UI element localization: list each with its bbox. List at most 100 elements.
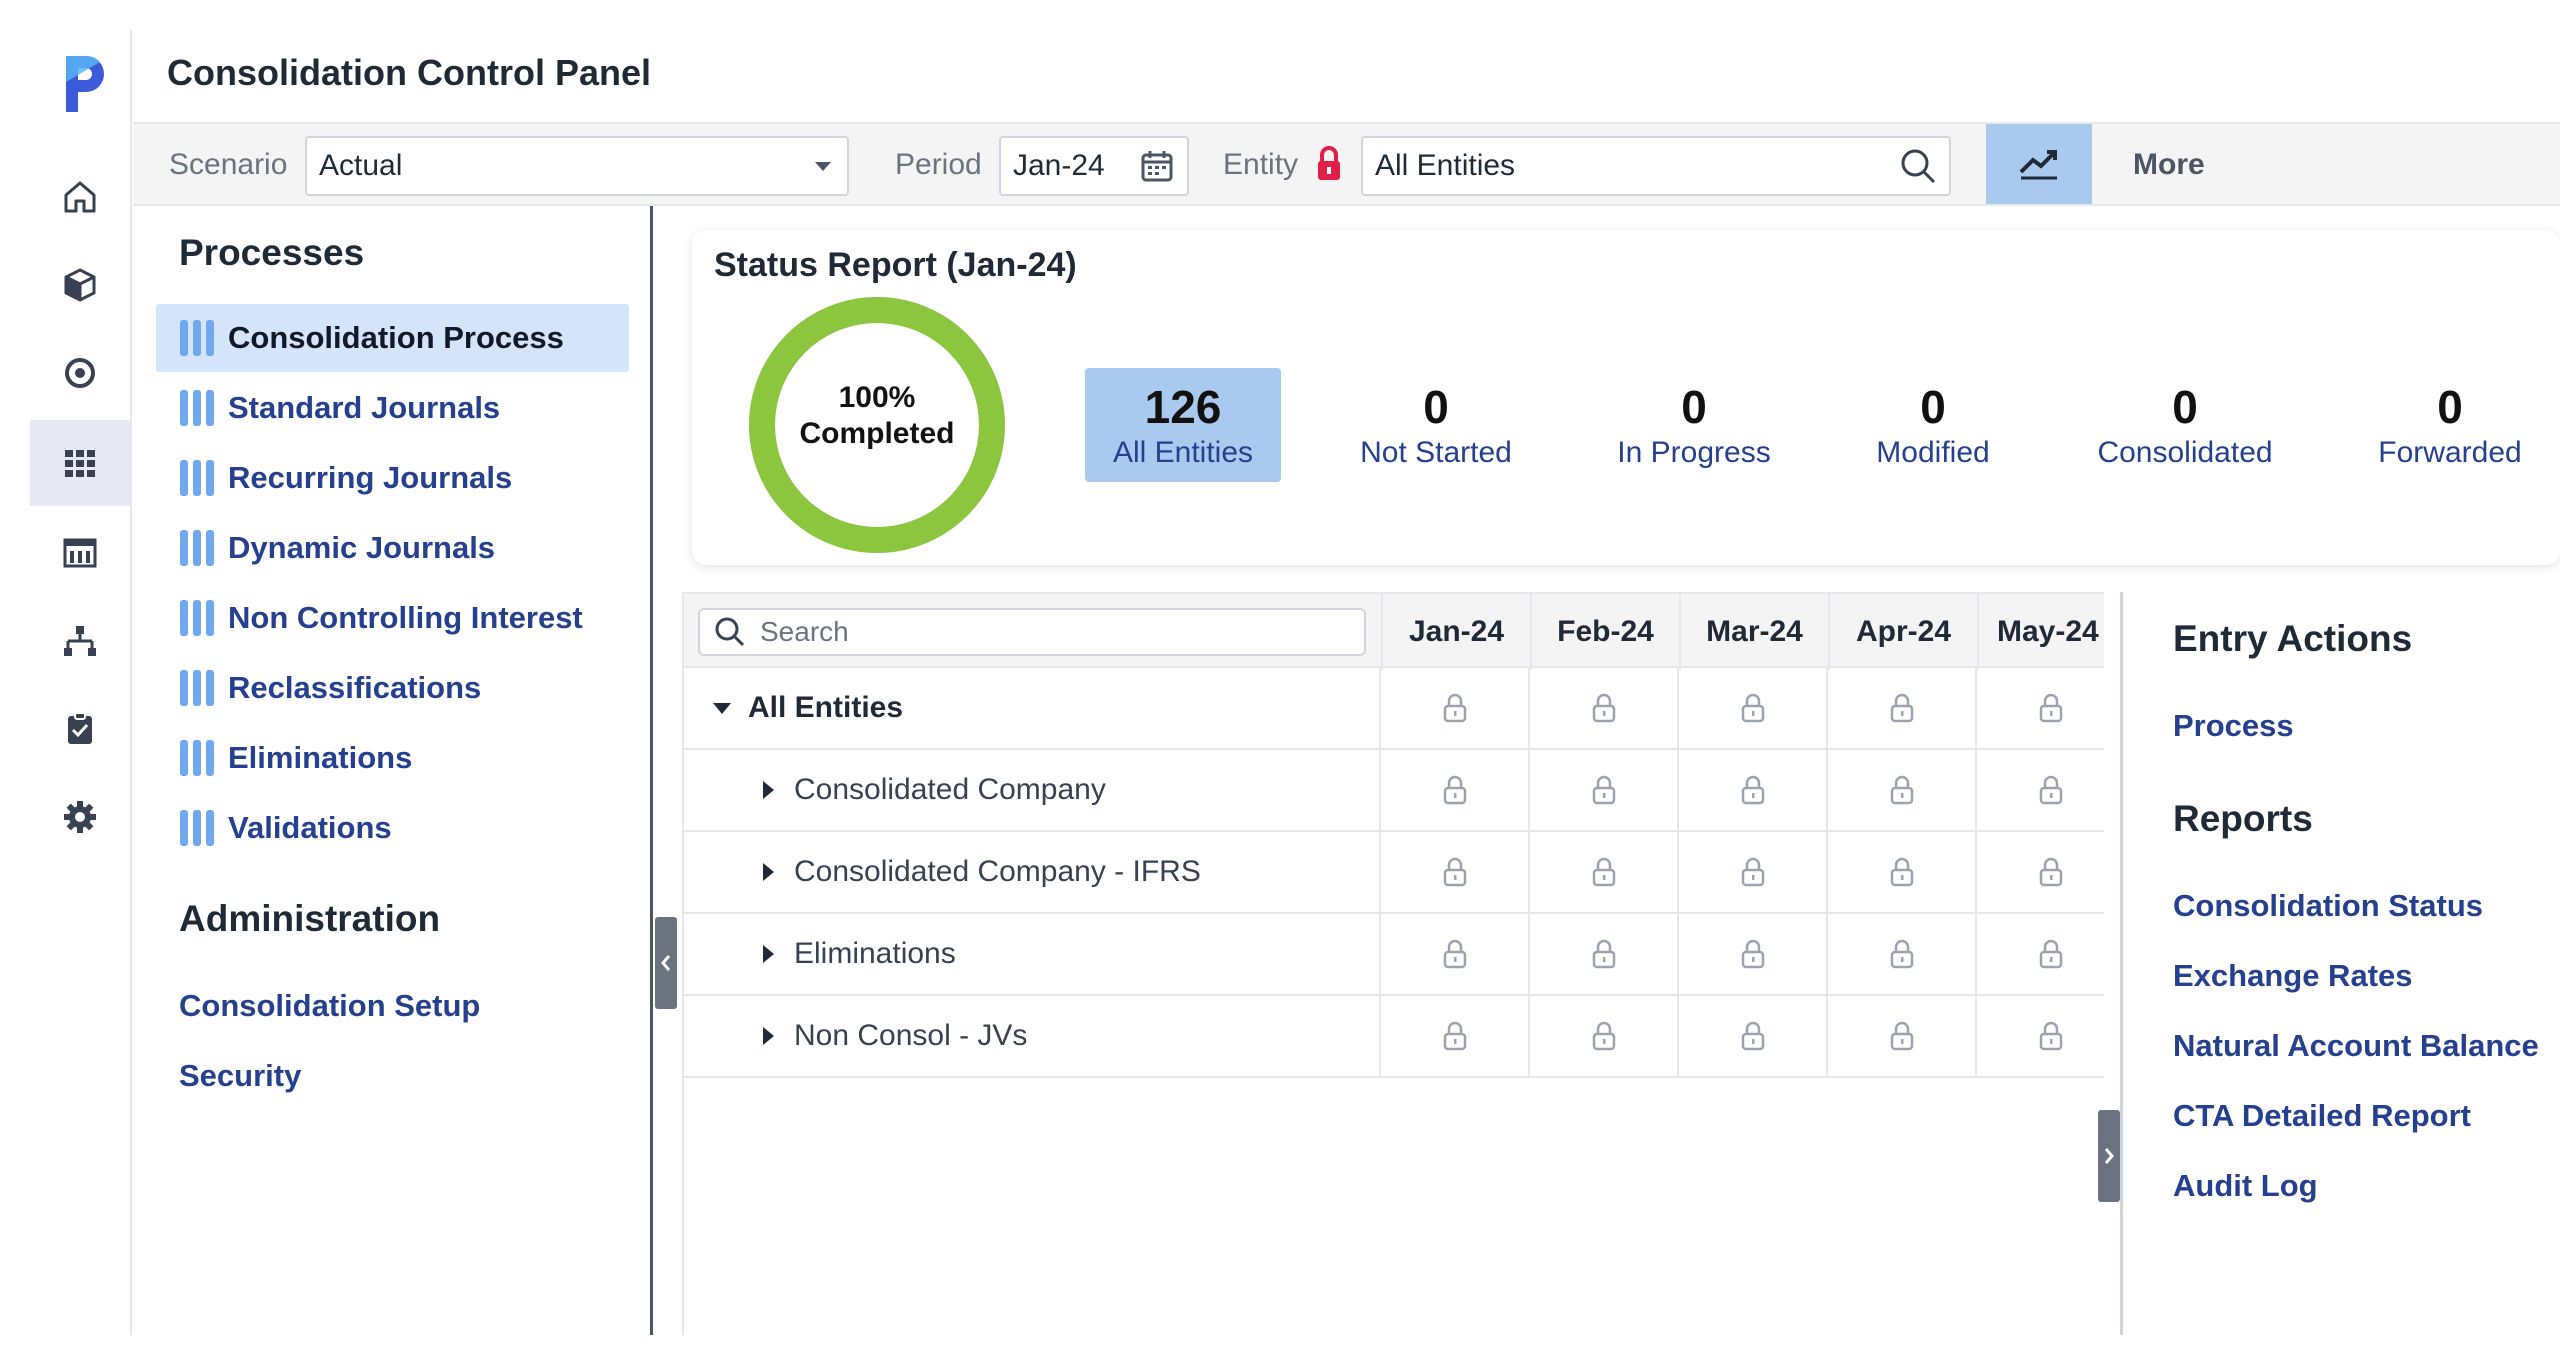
app-logo [66,55,104,112]
lock-cell[interactable] [1977,996,2126,1076]
lock-cell[interactable] [1530,750,1679,830]
lock-cell[interactable] [1679,668,1828,748]
nav-item-eliminations[interactable]: Eliminations [156,724,629,792]
period-picker[interactable]: Jan-24 [999,136,1189,196]
more-button[interactable]: More [2133,148,2205,182]
report-link-exchange-rates[interactable]: Exchange Rates [2173,958,2413,994]
scenario-value: Actual [319,149,403,182]
lock-cell[interactable] [1977,832,2126,912]
nav-item-consolidation-setup[interactable]: Consolidation Setup [179,988,480,1024]
grid-search-input[interactable]: Search [698,608,1366,656]
caret-right-icon[interactable] [756,778,780,802]
page-title: Consolidation Control Panel [167,52,651,93]
caret-down-icon [815,162,831,171]
rail-home[interactable] [30,154,130,240]
table-row[interactable]: Consolidated Company - IFRS [684,832,2126,914]
nav-item-consolidation-process[interactable]: Consolidation Process [156,304,629,372]
trend-button[interactable] [1986,124,2092,204]
lock-cell[interactable] [1530,832,1679,912]
bars-icon [180,810,214,846]
lock-icon [1592,775,1615,805]
period-value: Jan-24 [1013,149,1105,182]
table-row[interactable]: Non Consol - JVs [684,996,2126,1078]
caret-down-icon[interactable] [710,696,734,720]
rail-tasks[interactable] [30,686,130,772]
report-link-natural-account-balance[interactable]: Natural Account Balance [2173,1028,2539,1064]
bars-icon [180,600,214,636]
stat-not-started[interactable]: 0 Not Started [1338,368,1534,482]
rail-settings[interactable] [30,774,130,860]
lock-cell[interactable] [1828,668,1977,748]
nav-item-reclassifications[interactable]: Reclassifications [156,654,629,722]
lock-cell[interactable] [1381,668,1530,748]
search-icon[interactable] [1899,147,1937,185]
collapse-left-button[interactable] [655,917,677,1009]
report-link-consolidation-status[interactable]: Consolidation Status [2173,888,2483,924]
lock-icon [1443,693,1466,723]
scenario-select[interactable]: Actual [305,136,849,196]
column-header[interactable]: Mar-24 [1679,594,1828,670]
column-header[interactable]: Feb-24 [1530,594,1679,670]
stat-forwarded[interactable]: 0 Forwarded [2352,368,2548,482]
report-link-cta-detailed-report[interactable]: CTA Detailed Report [2173,1098,2471,1134]
table-row[interactable]: All Entities [684,668,2126,750]
lock-cell[interactable] [1828,996,1977,1076]
rail-hierarchy[interactable] [30,598,130,684]
column-header[interactable]: May-24 [1977,594,2126,670]
status-report-title: Status Report (Jan-24) [714,246,1077,284]
calendar-icon[interactable] [1139,148,1175,184]
lock-cell[interactable] [1679,914,1828,994]
stat-in-progress[interactable]: 0 In Progress [1596,368,1792,482]
nav-item-label: Standard Journals [228,390,501,425]
nav-item-dynamic-journals[interactable]: Dynamic Journals [156,514,629,582]
lock-cell[interactable] [1530,996,1679,1076]
stat-all-entities[interactable]: 126 All Entities [1085,368,1281,482]
rail-grid[interactable] [30,420,130,506]
lock-cell[interactable] [1381,996,1530,1076]
lock-icon [1443,775,1466,805]
collapse-right-button[interactable] [2098,1110,2120,1202]
rail-target[interactable] [30,330,130,416]
caret-right-icon[interactable] [756,1024,780,1048]
stat-number: 0 [1681,381,1707,433]
trending-up-icon [2019,150,2057,180]
nav-item-validations[interactable]: Validations [156,794,629,862]
lock-cell[interactable] [1381,750,1530,830]
stat-number: 0 [1423,381,1449,433]
entity-search[interactable]: All Entities [1361,136,1951,196]
lock-cell[interactable] [1977,750,2126,830]
nav-item-security[interactable]: Security [179,1058,301,1094]
rail-cube[interactable] [30,242,130,328]
entity-name: Consolidated Company - IFRS [794,855,1201,888]
lock-cell[interactable] [1530,668,1679,748]
report-link-audit-log[interactable]: Audit Log [2173,1168,2318,1204]
lock-cell[interactable] [1977,914,2126,994]
entity-value: All Entities [1375,149,1516,182]
stat-consolidated[interactable]: 0 Consolidated [2087,368,2283,482]
lock-cell[interactable] [1679,750,1828,830]
column-header[interactable]: Jan-24 [1381,594,1530,670]
rail-report[interactable] [30,510,130,596]
lock-cell[interactable] [1828,750,1977,830]
caret-right-icon[interactable] [756,860,780,884]
column-header[interactable]: Apr-24 [1828,594,1977,670]
caret-right-icon[interactable] [756,942,780,966]
lock-cell[interactable] [1679,832,1828,912]
lock-cell[interactable] [1828,832,1977,912]
lock-cell[interactable] [1381,914,1530,994]
lock-cell[interactable] [1828,914,1977,994]
lock-cell[interactable] [1381,832,1530,912]
table-row[interactable]: Eliminations [684,914,2126,996]
home-icon [64,181,96,213]
nav-item-recurring-journals[interactable]: Recurring Journals [156,444,629,512]
lock-cell[interactable] [1679,996,1828,1076]
bars-icon [180,390,214,426]
lock-cell[interactable] [1977,668,2126,748]
lock-cell[interactable] [1530,914,1679,994]
entry-link-process[interactable]: Process [2173,708,2294,744]
stat-modified[interactable]: 0 Modified [1835,368,2031,482]
table-row[interactable]: Consolidated Company [684,750,2126,832]
nav-item-standard-journals[interactable]: Standard Journals [156,374,629,442]
left-nav: Processes Consolidation Process Standard… [133,206,653,1335]
nav-item-non-controlling-interest[interactable]: Non Controlling Interest [156,584,629,652]
